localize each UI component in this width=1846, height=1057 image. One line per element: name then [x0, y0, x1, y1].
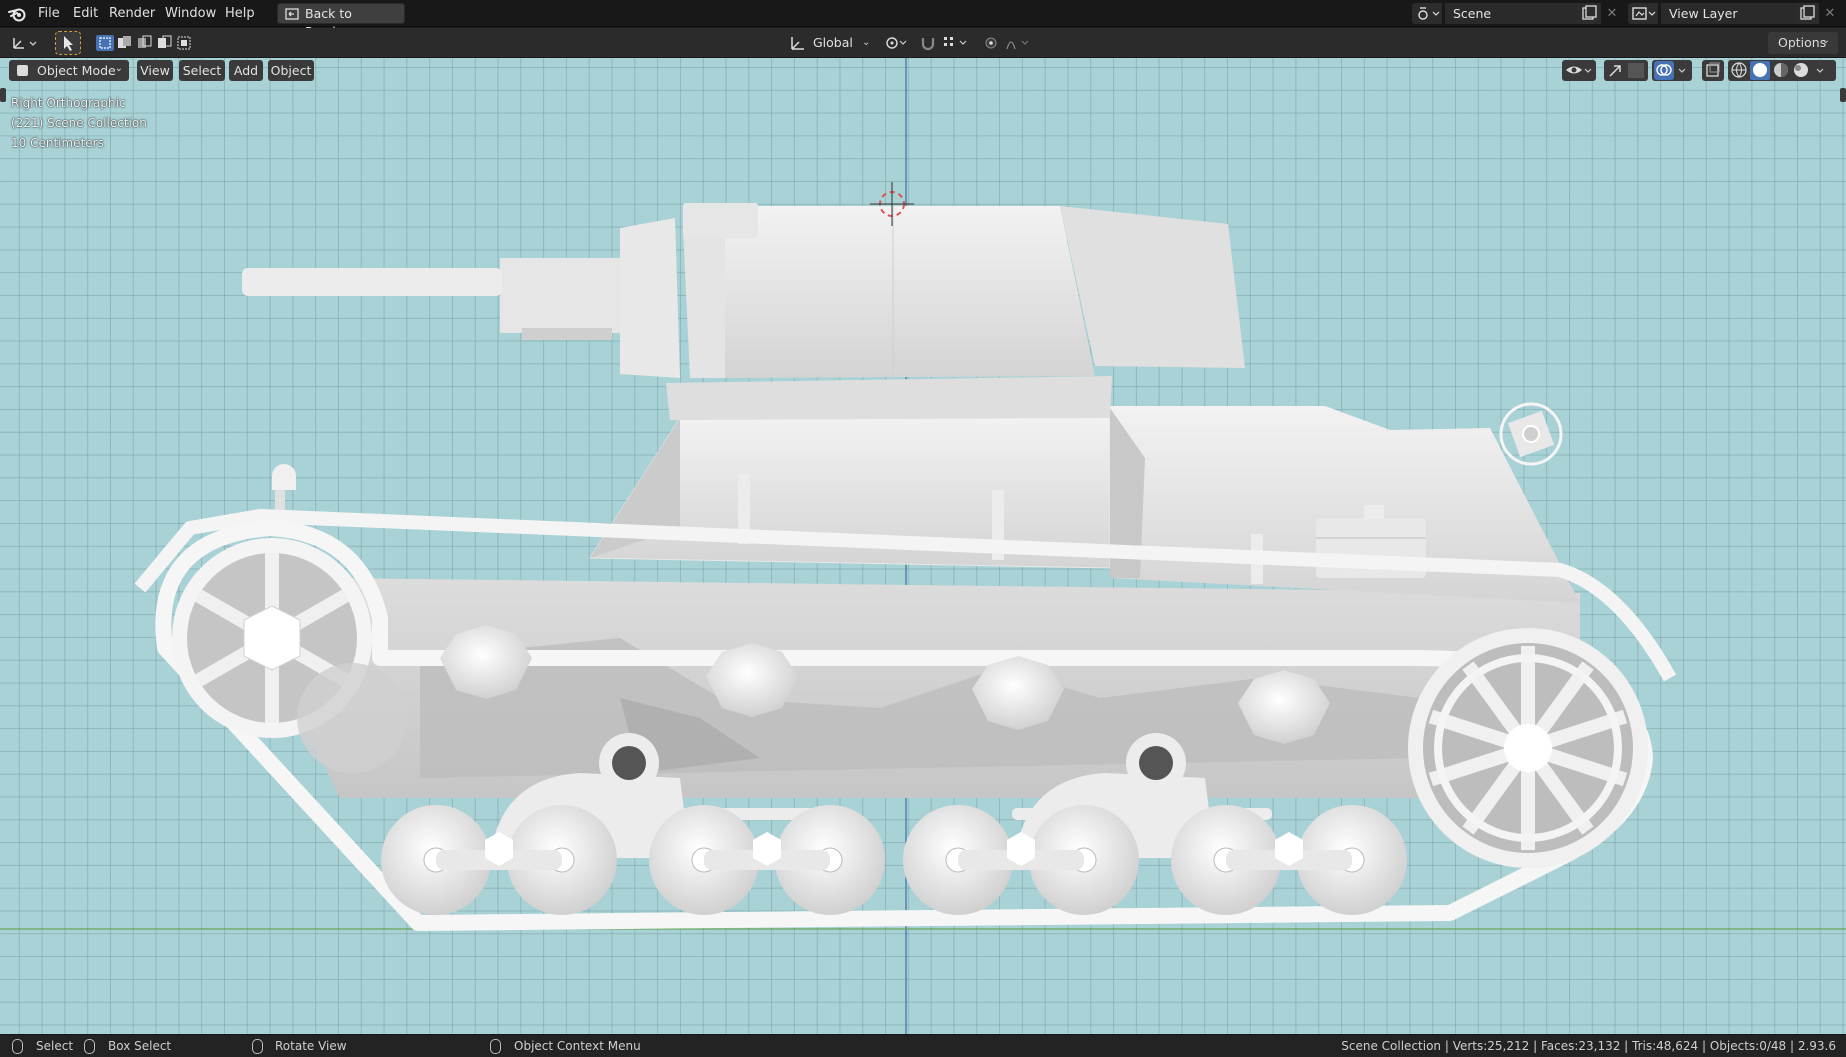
status-bar: Select Box Select Rotate View Object Con…: [0, 1034, 1846, 1057]
xray-icon: [1706, 62, 1720, 77]
status-context-menu-label: Object Context Menu: [514, 1039, 641, 1053]
status-box-select-label: Box Select: [108, 1039, 172, 1053]
object-mode-label: Object Mode: [37, 63, 116, 78]
orientation-icon: [791, 37, 804, 50]
axes-editor-icon: [13, 38, 37, 49]
cursor-arrow-icon: [64, 36, 73, 51]
scene-name-field[interactable]: Scene: [1445, 3, 1577, 24]
close-icon[interactable]: ✕: [1819, 3, 1841, 24]
left-region-handle[interactable]: [0, 88, 6, 102]
object-mode-icon: [17, 65, 28, 76]
add-menu[interactable]: Add: [229, 60, 263, 81]
chevron-down-icon: ⌄: [114, 63, 123, 74]
grid-scale-label: 10 Centimeters: [11, 136, 104, 150]
back-to-previous-button[interactable]: Back to Previous: [277, 3, 405, 39]
mouse-middle-icon: [252, 1039, 263, 1054]
scene-selector: Scene ✕: [1412, 3, 1622, 24]
idler-wheel: [1408, 628, 1648, 868]
front-light: [272, 464, 296, 490]
3d-viewport[interactable]: [0, 58, 1846, 1034]
scene-browse-button[interactable]: [1412, 3, 1442, 24]
snap-magnet-icon: [921, 37, 967, 51]
turret-hatch: [683, 203, 758, 238]
proportional-editing-group[interactable]: [982, 32, 1038, 54]
gun-mantlet: [620, 218, 680, 378]
main-gun-barrel: [242, 268, 502, 296]
selection-modes-icon: [96, 35, 191, 51]
tank-model-render: [0, 58, 1846, 1034]
editor-type-button[interactable]: [8, 32, 42, 54]
xray-toggle[interactable]: [1702, 60, 1724, 81]
select-menu[interactable]: Select: [179, 60, 225, 81]
mouse-left-icon: [12, 1039, 23, 1054]
overlays-toggle[interactable]: [1652, 60, 1692, 81]
new-view-layer-button[interactable]: [1795, 3, 1819, 24]
shading-mode-group[interactable]: [1728, 60, 1836, 81]
view-layer-selector: View Layer ✕: [1628, 3, 1840, 24]
view-menu[interactable]: View: [137, 60, 173, 81]
close-icon[interactable]: ✕: [1601, 3, 1623, 24]
shading-modes-icon: [1731, 61, 1824, 80]
mouse-right-icon: [490, 1039, 501, 1054]
turret-body: [725, 206, 1095, 378]
eye-icon: [1566, 66, 1592, 74]
status-rotate-label: Rotate View: [275, 1039, 347, 1053]
turret-ring: [666, 376, 1112, 420]
proportional-edit-icon: [985, 37, 1029, 50]
overlays-icon: [1654, 61, 1686, 80]
chevron-down-icon: ⌄: [1821, 35, 1830, 46]
chevron-down-icon: ⌄: [862, 37, 871, 48]
tool-header: Global ⌄ Options ⌄: [0, 28, 1846, 58]
status-select-label: Select: [36, 1039, 74, 1053]
duplicate-icon: [1582, 5, 1597, 20]
view-layer-icon: [1632, 7, 1656, 20]
view-layer-browse-button[interactable]: [1628, 3, 1658, 24]
options-label: Options: [1778, 35, 1827, 50]
select-tool-button[interactable]: [55, 31, 81, 55]
blender-logo-icon[interactable]: [8, 5, 26, 23]
menu-edit[interactable]: Edit: [73, 5, 98, 23]
selection-mode-group: [94, 32, 200, 54]
scene-statistics: Scene Collection | Verts:25,212 | Faces:…: [1341, 1039, 1836, 1053]
mouse-drag-icon: [84, 1039, 95, 1054]
menu-help[interactable]: Help: [225, 5, 255, 23]
pivot-point-dropdown[interactable]: [880, 32, 910, 54]
transform-orientation-dropdown[interactable]: Global ⌄: [785, 32, 875, 54]
pivot-icon: [886, 37, 907, 49]
collection-info-label: (221) Scene Collection: [11, 116, 147, 130]
object-menu[interactable]: Object: [268, 60, 314, 81]
gizmo-icon: [1609, 63, 1644, 78]
road-wheels: [381, 805, 1407, 915]
menu-render[interactable]: Render: [109, 5, 155, 23]
scene-icon: [1418, 7, 1440, 20]
gun-mount: [500, 258, 620, 333]
top-menu-bar: File Edit Render Window Help Back to Pre…: [0, 0, 1846, 39]
view-name-label: Right Orthographic: [11, 96, 126, 110]
screen-restore-icon: [285, 8, 299, 20]
visibility-dropdown[interactable]: [1562, 60, 1596, 81]
right-region-handle[interactable]: [1840, 88, 1846, 102]
menu-window[interactable]: Window: [165, 5, 216, 23]
snapping-group[interactable]: [918, 32, 974, 54]
object-mode-dropdown[interactable]: Object Mode ⌄: [9, 60, 129, 81]
viewport-header: Object Mode ⌄ View Select Add Object: [0, 58, 1846, 84]
new-scene-button[interactable]: [1577, 3, 1601, 24]
options-dropdown[interactable]: Options ⌄: [1768, 32, 1838, 54]
gizmo-toggle[interactable]: [1604, 60, 1648, 81]
orientation-label: Global: [813, 35, 853, 50]
duplicate-icon: [1800, 5, 1815, 20]
menu-file[interactable]: File: [38, 5, 60, 23]
view-layer-name-field[interactable]: View Layer: [1661, 3, 1795, 24]
